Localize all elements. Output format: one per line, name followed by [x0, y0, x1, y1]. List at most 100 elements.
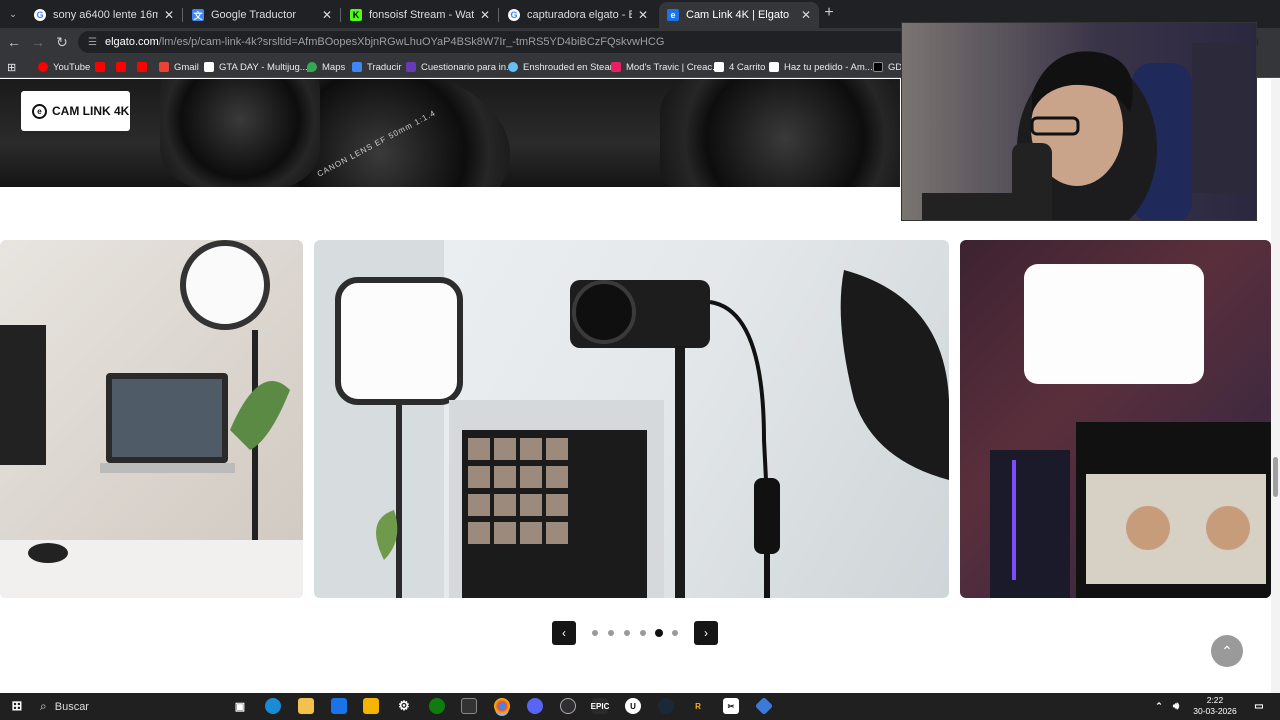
- close-icon[interactable]: ✕: [480, 8, 490, 22]
- capcut-icon[interactable]: ✂: [723, 698, 739, 714]
- tab-3[interactable]: K fonsoisf Stream - Watch Live o ✕: [342, 2, 498, 28]
- forward-icon[interactable]: →: [29, 33, 47, 51]
- settings-gear-icon[interactable]: ⚙: [396, 698, 412, 714]
- bookmark-cuestionario[interactable]: Cuestionario para in...: [406, 60, 514, 74]
- bookmark-traducir[interactable]: Traducir: [352, 60, 402, 74]
- bookmark-youtube-3[interactable]: [116, 60, 131, 74]
- scroll-to-top-button[interactable]: ⌃: [1211, 635, 1243, 667]
- close-icon[interactable]: ✕: [164, 8, 174, 22]
- edge-icon[interactable]: [265, 698, 281, 714]
- bookmark-label: YouTube: [53, 61, 91, 73]
- youtube-icon: [95, 62, 105, 72]
- new-tab-button[interactable]: +: [820, 4, 838, 22]
- carousel-slide-prev[interactable]: [0, 240, 303, 598]
- tab-3-title: fonsoisf Stream - Watch Live o: [369, 9, 474, 21]
- xbox-icon[interactable]: [429, 698, 445, 714]
- bookmark-gmail[interactable]: Gmail: [159, 60, 199, 74]
- carousel-slide-next[interactable]: [960, 240, 1271, 598]
- system-clock[interactable]: 2:22 30-03-2026: [1190, 695, 1240, 717]
- bookmark-youtube[interactable]: YouTube: [38, 60, 90, 74]
- bookmark-mods-travic[interactable]: Mod's Travic | Creac...: [611, 60, 720, 74]
- bookmark-label: Maps: [322, 61, 346, 73]
- amazon-icon: [769, 62, 779, 72]
- bookmark-label: Gmail: [174, 61, 199, 73]
- task-view-icon[interactable]: ▣: [232, 698, 248, 714]
- bookmark-pedido[interactable]: Haz tu pedido - Am...: [769, 60, 873, 74]
- windows-start-icon[interactable]: ⊞: [9, 698, 25, 714]
- bookmark-enshrouded[interactable]: Enshrouded en Steam: [508, 60, 618, 74]
- tab-5-active[interactable]: e Cam Link 4K | Elgato ✕: [659, 2, 819, 28]
- translate-icon: 文: [192, 9, 204, 21]
- bookmark-carrito[interactable]: 4 Carrito: [714, 60, 765, 74]
- bookmark-maps[interactable]: Maps: [307, 60, 345, 74]
- apps-icon[interactable]: ⊞: [7, 60, 16, 74]
- url-host: elgato.com: [104, 36, 159, 48]
- obs-icon[interactable]: [560, 698, 576, 714]
- tab-1-title: sony a6400 lente 16mm f1.8 g: [53, 9, 158, 21]
- streamer-webcam-feed: [902, 23, 1256, 220]
- tab-separator: [498, 8, 499, 22]
- ubisoft-icon[interactable]: U: [625, 698, 641, 714]
- back-icon[interactable]: ←: [5, 33, 23, 51]
- slide-illustration-camera-setup: [314, 240, 949, 598]
- store-icon[interactable]: [363, 698, 379, 714]
- reload-icon[interactable]: ↻: [53, 33, 71, 51]
- show-hidden-icons[interactable]: ⌃: [1151, 698, 1167, 714]
- taskbar-search[interactable]: ⌕ Buscar: [32, 693, 222, 720]
- tab-5-title: Cam Link 4K | Elgato: [686, 9, 790, 21]
- carousel-dot-6[interactable]: [672, 630, 678, 636]
- outlook-icon[interactable]: [331, 698, 347, 714]
- elgato-app-icon[interactable]: [754, 696, 774, 716]
- carousel-dot-4[interactable]: [640, 630, 646, 636]
- file-explorer-icon[interactable]: [298, 698, 314, 714]
- site-info-icon[interactable]: ☰: [88, 37, 97, 48]
- tab-2[interactable]: 文 Google Traductor ✕: [184, 2, 340, 28]
- close-icon[interactable]: ✕: [322, 8, 332, 22]
- terminal-icon[interactable]: [461, 698, 477, 714]
- discord-icon[interactable]: [527, 698, 543, 714]
- carousel-next-button[interactable]: ›: [694, 621, 718, 645]
- bookmark-label: Mod's Travic | Creac...: [626, 61, 721, 73]
- tab-4[interactable]: G capturadora elgato - Buscar co ✕: [500, 2, 656, 28]
- rockstar-icon[interactable]: R: [690, 698, 706, 714]
- elgato-logo-icon: e: [32, 103, 47, 119]
- carousel-dot-2[interactable]: [608, 630, 614, 636]
- bookmark-youtube-2[interactable]: [95, 60, 110, 74]
- clock-date: 30-03-2026: [1193, 706, 1237, 716]
- cam-link-badge: e CAM LINK 4K: [21, 91, 130, 131]
- google-icon: G: [34, 9, 46, 21]
- carousel-pager: ‹ ›: [552, 621, 718, 647]
- carousel-slide-active[interactable]: [314, 240, 949, 598]
- badge-label: CAM LINK 4K: [52, 104, 130, 118]
- notification-icon[interactable]: ▭: [1251, 698, 1267, 714]
- windows-taskbar: ⊞ ⌕ Buscar ▣ ⚙ EPIC U R ✂ ⌃ 🔊︎ 2:22 30-0…: [0, 693, 1280, 720]
- epic-games-icon[interactable]: EPIC: [591, 698, 609, 714]
- carousel-dot-3[interactable]: [624, 630, 630, 636]
- carousel-prev-button[interactable]: ‹: [552, 621, 576, 645]
- url-path: /lm/es/p/cam-link-4k?srsltid=AfmBOopesXb…: [158, 36, 665, 48]
- volume-icon[interactable]: 🔊︎: [1168, 698, 1184, 714]
- youtube-icon: [116, 62, 126, 72]
- page-scrollbar[interactable]: [1271, 79, 1280, 693]
- tab-search-icon[interactable]: ⌄: [4, 5, 22, 23]
- camera-body-graphic: [160, 79, 320, 187]
- tab-2-title: Google Traductor: [211, 9, 296, 21]
- bookmark-label: Traducir: [367, 61, 402, 73]
- chrome-icon[interactable]: [494, 698, 510, 714]
- bookmark-gta-day[interactable]: GTA DAY - Multijug...: [204, 60, 308, 74]
- bookmark-youtube-4[interactable]: [137, 60, 152, 74]
- close-icon[interactable]: ✕: [801, 8, 811, 22]
- steam-icon[interactable]: [658, 698, 674, 714]
- hero-banner-image: CANON LENS EF 50mm 1:1.4 e CAM LINK 4K: [0, 79, 900, 187]
- google-icon: G: [508, 9, 520, 21]
- tab-1[interactable]: G sony a6400 lente 16mm f1.8 g ✕: [26, 2, 182, 28]
- carousel-dot-5-active[interactable]: [655, 629, 663, 637]
- carousel-dot-1[interactable]: [592, 630, 598, 636]
- youtube-icon: [38, 62, 48, 72]
- scrollbar-thumb[interactable]: [1273, 457, 1278, 497]
- search-placeholder: Buscar: [54, 700, 89, 713]
- close-icon[interactable]: ✕: [638, 8, 648, 22]
- kick-icon: K: [350, 9, 362, 21]
- bookmark-label: Cuestionario para in...: [421, 61, 514, 73]
- gmail-icon: [159, 62, 169, 72]
